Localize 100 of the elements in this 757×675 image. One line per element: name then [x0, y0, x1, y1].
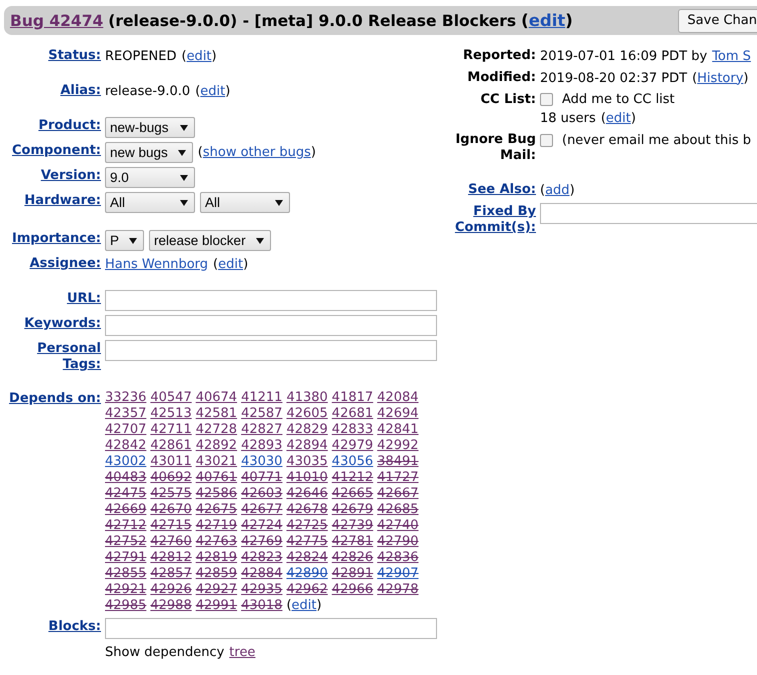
bug-number-link[interactable]: 42861 — [150, 438, 192, 454]
save-changes-button[interactable]: Save Chan — [678, 8, 757, 32]
action-link[interactable]: (History) — [692, 70, 748, 86]
dropdown-select[interactable]: All — [200, 192, 290, 213]
bug-number-link[interactable]: 42712 — [105, 518, 146, 534]
bug-number-link[interactable]: 42833 — [332, 422, 374, 438]
field-label-link[interactable]: Status: — [0, 48, 101, 64]
bug-number-link[interactable]: 42891 — [332, 566, 374, 582]
bug-link[interactable]: Bug 42474 — [10, 12, 104, 30]
bug-number-link[interactable]: 42707 — [105, 422, 146, 438]
bug-number-link[interactable]: 42927 — [196, 582, 238, 598]
bug-number-link[interactable]: 40674 — [196, 390, 238, 406]
field-label-link[interactable]: Personal Tags: — [0, 341, 101, 373]
bug-number-link[interactable]: 42084 — [377, 390, 419, 406]
action-link[interactable]: (add) — [540, 182, 575, 198]
bug-number-link[interactable]: 42752 — [105, 534, 146, 550]
field-label-link[interactable]: Product: — [0, 118, 101, 134]
field-label-link[interactable]: Component: — [0, 143, 101, 159]
bug-number-link[interactable]: 42670 — [150, 502, 192, 518]
dropdown-select[interactable]: 9.0 — [105, 167, 195, 188]
bug-number-link[interactable]: 42665 — [332, 486, 374, 502]
bug-number-link[interactable]: 42357 — [105, 406, 146, 422]
input-field[interactable] — [105, 618, 437, 639]
bug-number-link[interactable]: 42857 — [150, 566, 192, 582]
bug-number-link[interactable]: 42894 — [286, 438, 328, 454]
bug-number-link[interactable]: 41727 — [377, 470, 419, 486]
bug-number-link[interactable]: 42769 — [241, 534, 282, 550]
bug-number-link[interactable]: 41010 — [286, 470, 328, 486]
bug-number-link[interactable]: 42725 — [286, 518, 328, 534]
bug-number-link[interactable]: 42979 — [332, 438, 374, 454]
bug-number-link[interactable]: 42763 — [196, 534, 238, 550]
bug-number-link[interactable]: 42790 — [377, 534, 419, 550]
bug-number-link[interactable]: 42829 — [286, 422, 328, 438]
bug-number-link[interactable]: 42978 — [377, 582, 419, 598]
field-label-link[interactable]: Assignee: — [0, 256, 101, 272]
bug-number-link[interactable]: 40761 — [196, 470, 238, 486]
bug-number-link[interactable]: 42781 — [332, 534, 374, 550]
bug-number-link[interactable]: 42667 — [377, 486, 419, 502]
bug-number-link[interactable]: 42966 — [332, 582, 374, 598]
bug-number-link[interactable]: 42907 — [377, 566, 419, 582]
field-label-link[interactable]: See Also: — [443, 182, 536, 198]
edit-link[interactable]: (edit) — [521, 11, 573, 30]
bug-number-link[interactable]: 42988 — [150, 598, 192, 614]
bug-number-link[interactable]: 42935 — [241, 582, 282, 598]
bug-number-link[interactable]: 42728 — [196, 422, 238, 438]
bug-number-link[interactable]: 41211 — [241, 390, 282, 406]
bug-number-link[interactable]: 42791 — [105, 550, 146, 566]
bug-number-link[interactable]: 42669 — [105, 502, 146, 518]
bug-number-link[interactable]: 42985 — [105, 598, 146, 614]
bug-number-link[interactable]: 42677 — [241, 502, 282, 518]
bug-number-link[interactable]: 42605 — [286, 406, 328, 422]
input-field[interactable] — [105, 290, 437, 311]
bug-number-link[interactable]: 42890 — [286, 566, 328, 582]
dropdown-select[interactable]: release blocker — [149, 230, 271, 251]
bug-number-link[interactable]: 40547 — [150, 390, 192, 406]
input-field[interactable] — [105, 315, 437, 336]
action-link[interactable]: (edit) — [181, 48, 217, 64]
bug-number-link[interactable]: 43002 — [105, 454, 146, 470]
bug-number-link[interactable]: 40692 — [150, 470, 192, 486]
bug-number-link[interactable]: 42719 — [196, 518, 238, 534]
field-label-link[interactable]: Fixed By Commit(s): — [443, 204, 536, 236]
checkbox[interactable] — [540, 93, 553, 106]
bug-number-link[interactable]: 42824 — [286, 550, 328, 566]
action-link[interactable]: (show other bugs) — [198, 144, 316, 161]
bug-number-link[interactable]: 42836 — [377, 550, 419, 566]
bug-number-link[interactable]: 42678 — [286, 502, 328, 518]
field-label-link[interactable]: Importance: — [0, 231, 101, 247]
action-link[interactable]: (edit) — [213, 256, 248, 272]
bug-number-link[interactable]: 38491 — [377, 454, 419, 470]
bug-number-link[interactable]: 42586 — [196, 486, 238, 502]
action-link[interactable]: (edit) — [195, 82, 230, 100]
bug-number-link[interactable]: 42581 — [196, 406, 238, 422]
field-label-link[interactable]: URL: — [0, 291, 101, 307]
bug-number-link[interactable]: 42681 — [332, 406, 374, 422]
bug-number-link[interactable]: 42475 — [105, 486, 146, 502]
bug-number-link[interactable]: 42587 — [241, 406, 282, 422]
bug-number-link[interactable]: 41212 — [332, 470, 374, 486]
dropdown-select[interactable]: new-bugs — [105, 117, 195, 138]
bug-number-link[interactable]: 42513 — [150, 406, 192, 422]
bug-number-link[interactable]: 43011 — [150, 454, 192, 470]
field-label-link[interactable]: Alias: — [0, 83, 101, 99]
bug-number-link[interactable]: 42827 — [241, 422, 282, 438]
bug-number-link[interactable]: 42685 — [377, 502, 419, 518]
action-link[interactable]: (edit) — [286, 598, 322, 614]
bug-number-link[interactable]: 43056 — [332, 454, 374, 470]
bug-number-link[interactable]: 43018 — [241, 598, 282, 614]
bug-number-link[interactable]: 42892 — [196, 438, 238, 454]
bug-number-link[interactable]: 42739 — [332, 518, 374, 534]
field-label-link[interactable]: Hardware: — [0, 193, 101, 209]
bug-number-link[interactable]: 42646 — [286, 486, 328, 502]
bug-number-link[interactable]: 42855 — [105, 566, 146, 582]
bug-number-link[interactable]: 42715 — [150, 518, 192, 534]
bug-number-link[interactable]: 42826 — [332, 550, 374, 566]
value-link[interactable]: Hans Wennborg — [105, 256, 208, 272]
bug-number-link[interactable]: 42841 — [377, 422, 419, 438]
bug-number-link[interactable]: 42823 — [241, 550, 282, 566]
bug-number-link[interactable]: 42812 — [150, 550, 192, 566]
bug-number-link[interactable]: 40771 — [241, 470, 282, 486]
dropdown-select[interactable]: new bugs — [105, 142, 193, 163]
bug-number-link[interactable]: 42893 — [241, 438, 282, 454]
